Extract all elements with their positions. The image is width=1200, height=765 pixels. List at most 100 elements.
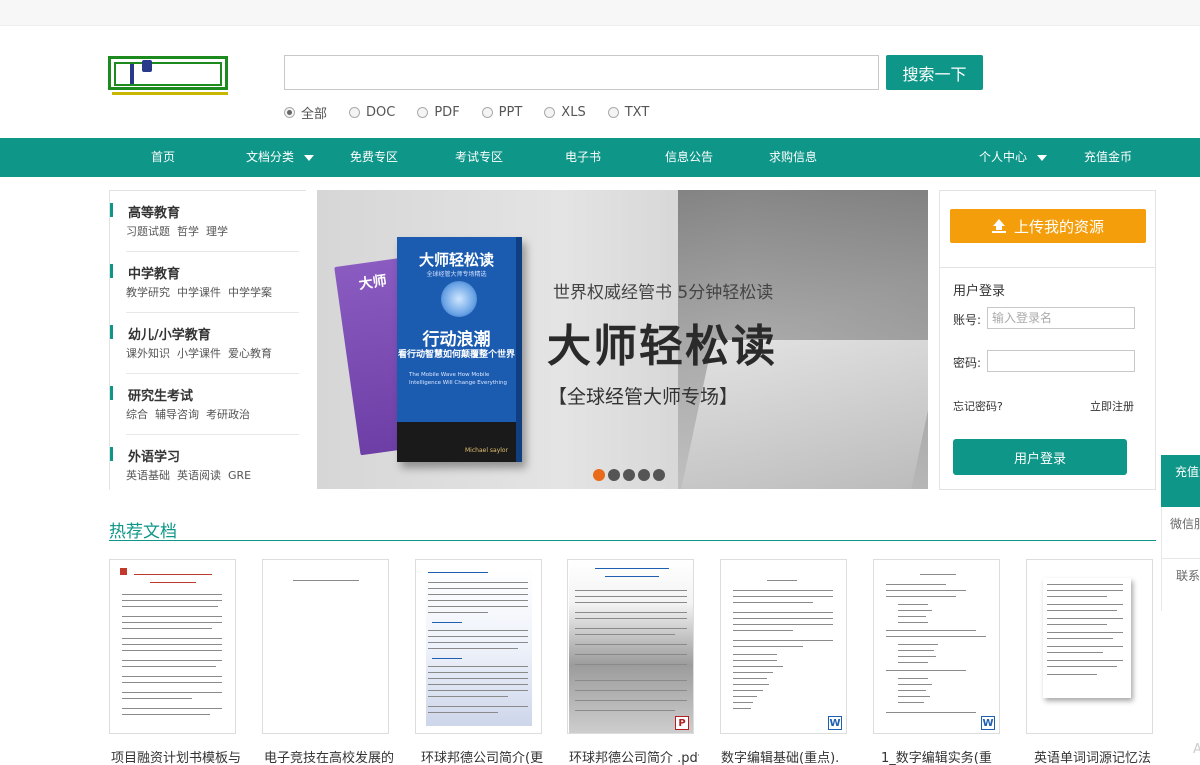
corner-glyph: A	[1193, 742, 1200, 757]
category-link[interactable]: 小学课件	[177, 347, 221, 360]
category-foreign-language: 外语学习 英语基础 英语阅读 GRE	[110, 435, 298, 490]
divider	[109, 540, 1156, 541]
radio-icon[interactable]	[481, 107, 493, 118]
doc-title[interactable]: 数字编辑基础(重点).	[721, 747, 851, 765]
carousel-dot[interactable]	[638, 469, 650, 481]
upload-button[interactable]: 上传我的资源	[950, 209, 1146, 243]
carousel-dot[interactable]	[608, 469, 620, 481]
nav-free-zone[interactable]: 免费专区	[350, 138, 398, 177]
radio-icon[interactable]	[417, 107, 429, 118]
nav-home[interactable]: 首页	[151, 138, 175, 177]
doc-thumbnail[interactable]	[415, 559, 542, 734]
doc-title[interactable]: 环球邦德公司简介(更	[421, 747, 551, 765]
upload-panel: 上传我的资源	[939, 190, 1156, 268]
filetype-all[interactable]: 全部	[284, 103, 327, 122]
pdf-file-icon: P	[675, 716, 689, 730]
forgot-password-link[interactable]: 忘记密码?	[953, 398, 1003, 414]
main-nav: 首页 文档分类 免费专区 考试专区 电子书 信息公告 求购信息 个人中心 充值金…	[0, 138, 1200, 177]
account-input[interactable]	[987, 307, 1135, 329]
category-link[interactable]: 爱心教育	[228, 347, 272, 360]
category-link[interactable]: 综合	[126, 408, 148, 421]
word-file-icon: W	[828, 716, 842, 730]
side-recharge[interactable]: 充值金币	[1161, 455, 1200, 507]
top-strip	[0, 0, 1200, 26]
nav-announcements[interactable]: 信息公告	[665, 138, 713, 177]
chevron-down-icon	[1037, 154, 1048, 161]
filetype-xls[interactable]: XLS	[544, 103, 586, 122]
register-link[interactable]: 立即注册	[1090, 398, 1134, 414]
category-link[interactable]: GRE	[228, 469, 251, 482]
doc-thumbnail[interactable]	[262, 559, 389, 734]
filetype-ppt[interactable]: PPT	[481, 103, 522, 122]
doc-thumbnail[interactable]: W	[873, 559, 1000, 734]
search-button[interactable]: 搜索一下	[886, 55, 983, 90]
login-title: 用户登录	[953, 284, 1006, 299]
filetype-pdf[interactable]: PDF	[417, 103, 460, 122]
radio-icon[interactable]	[284, 107, 295, 118]
doc-thumbnail[interactable]	[109, 559, 236, 734]
category-link[interactable]: 英语阅读	[177, 469, 221, 482]
doc-title[interactable]: 1_数字编辑实务(重	[881, 747, 1011, 765]
filetype-doc[interactable]: DOC	[349, 103, 395, 122]
category-title[interactable]: 幼儿/小学教育	[128, 324, 211, 343]
account-label: 账号:	[953, 313, 982, 327]
doc-title[interactable]: 英语单词词源记忆法	[1034, 747, 1164, 765]
category-graduate-exam: 研究生考试 综合 辅导咨询 考研政治	[110, 374, 299, 435]
category-secondary-education: 中学教育 教学研究 中学课件 中学学案	[110, 252, 299, 313]
filetype-txt[interactable]: TXT	[607, 103, 649, 122]
carousel-dot[interactable]	[593, 469, 605, 481]
radio-icon[interactable]	[544, 107, 556, 118]
login-panel: 用户登录 账号: 密码: 忘记密码? 立即注册 用户登录	[939, 268, 1156, 490]
category-link[interactable]: 教学研究	[126, 286, 170, 299]
category-panel: 高等教育 习题试题 哲学 理学 中学教育 教学研究 中学课件 中学学案 幼儿/小学教育 …	[109, 190, 306, 490]
doc-thumbnail[interactable]: P	[567, 559, 694, 734]
nav-recharge[interactable]: 充值金币	[1084, 138, 1132, 177]
banner-subtitle: 【全球经管大师专场】	[548, 386, 739, 408]
nav-user-center[interactable]: 个人中心	[979, 138, 1048, 177]
doc-thumbnail[interactable]: W	[720, 559, 847, 734]
password-label: 密码:	[953, 356, 982, 370]
category-title[interactable]: 外语学习	[128, 446, 180, 465]
upload-icon	[991, 219, 1006, 233]
category-link[interactable]: 考研政治	[206, 408, 250, 421]
banner-headline: 大师轻松读	[547, 321, 777, 372]
globe-icon	[441, 281, 477, 317]
radio-icon[interactable]	[349, 107, 361, 118]
nav-requests[interactable]: 求购信息	[769, 138, 817, 177]
book-cover: 大师轻松读 全球经管大师专场精选 行动浪潮 看行动智慧如何颠覆整个世界 The …	[397, 237, 522, 462]
category-higher-education: 高等教育 习题试题 哲学 理学	[110, 191, 299, 252]
nav-ebooks[interactable]: 电子书	[565, 138, 601, 177]
category-title[interactable]: 研究生考试	[128, 385, 193, 404]
doc-thumbnail[interactable]	[1026, 559, 1153, 734]
doc-title[interactable]: 项目融资计划书模板与	[111, 747, 241, 765]
category-link[interactable]: 英语基础	[126, 469, 170, 482]
radio-icon[interactable]	[607, 107, 619, 118]
carousel-dot[interactable]	[653, 469, 665, 481]
search-input[interactable]	[284, 55, 879, 90]
login-button[interactable]: 用户登录	[953, 439, 1127, 475]
category-link[interactable]: 中学课件	[177, 286, 221, 299]
category-title[interactable]: 中学教育	[128, 263, 180, 282]
category-link[interactable]: 理学	[206, 225, 228, 238]
doc-title[interactable]: 电子竞技在高校发展的	[264, 747, 394, 765]
category-link[interactable]: 哲学	[177, 225, 199, 238]
category-link[interactable]: 课外知识	[126, 347, 170, 360]
side-wechat[interactable]: 微信服务号	[1161, 507, 1200, 559]
category-primary-education: 幼儿/小学教育 课外知识 小学课件 爱心教育	[110, 313, 299, 374]
doc-title[interactable]: 环球邦德公司简介 .pdf	[569, 747, 699, 765]
carousel-dot[interactable]	[623, 469, 635, 481]
site-logo[interactable]	[108, 56, 230, 100]
nav-exam-zone[interactable]: 考试专区	[455, 138, 503, 177]
filetype-filter: 全部 DOC PDF PPT XLS TXT	[284, 103, 671, 122]
nav-doc-categories[interactable]: 文档分类	[246, 138, 315, 177]
category-link[interactable]: 辅导咨询	[155, 408, 199, 421]
side-contact[interactable]: 联系客服	[1161, 559, 1200, 611]
banner-slogan: 世界权威经管书 5分钟轻松读	[553, 283, 774, 303]
category-link[interactable]: 习题试题	[126, 225, 170, 238]
promo-banner[interactable]: 大师 大师轻松读 全球经管大师专场精选 行动浪潮 看行动智慧如何颠覆整个世界 T…	[317, 190, 928, 489]
password-input[interactable]	[987, 350, 1135, 372]
category-title[interactable]: 高等教育	[128, 202, 180, 221]
chevron-down-icon	[304, 154, 315, 161]
category-link[interactable]: 中学学案	[228, 286, 272, 299]
carousel-dots	[593, 469, 665, 481]
